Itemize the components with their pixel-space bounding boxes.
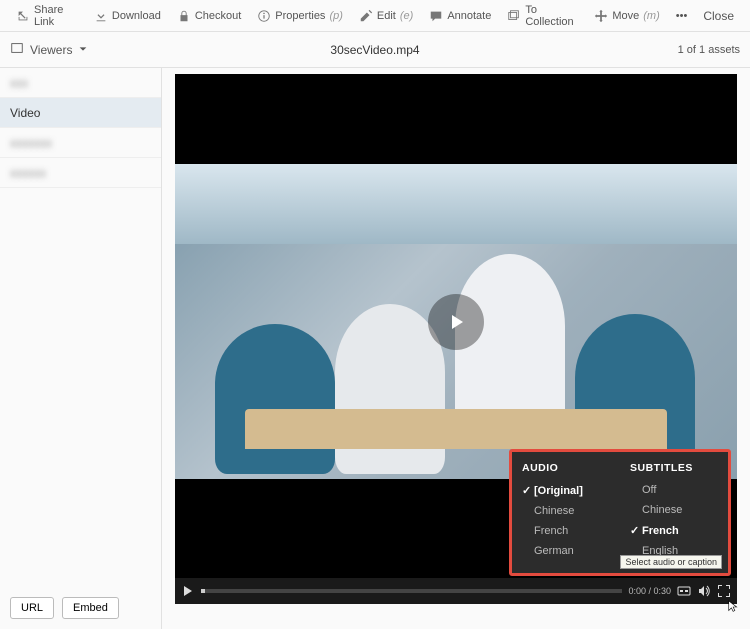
subtitles-column: SUBTITLES Off Chinese ✓French English	[620, 458, 728, 561]
edit-button[interactable]: Edit (e)	[351, 0, 421, 31]
cursor-icon	[727, 600, 741, 614]
lock-icon	[177, 9, 191, 23]
close-button[interactable]: Close	[695, 9, 742, 23]
edit-label: Edit	[377, 10, 396, 22]
assets-count: 1 of 1 assets	[678, 44, 740, 56]
second-bar: Viewers 30secVideo.mp4 1 of 1 assets	[0, 32, 750, 68]
pencil-icon	[359, 9, 373, 23]
progress-bar[interactable]	[201, 589, 622, 593]
download-button[interactable]: Download	[86, 0, 169, 31]
captions-button[interactable]	[677, 584, 691, 598]
move-key: (m)	[643, 10, 660, 22]
move-button[interactable]: Move (m)	[586, 0, 667, 31]
sub-option-chinese[interactable]: Chinese	[630, 500, 718, 520]
top-toolbar: Share Link Download Checkout Properties …	[0, 0, 750, 32]
sub-option-off[interactable]: Off	[630, 480, 718, 500]
audio-option-french[interactable]: French	[522, 521, 610, 541]
subtitles-heading: SUBTITLES	[630, 458, 718, 480]
caption-popup-highlight: AUDIO ✓[Original] Chinese French German …	[509, 449, 731, 576]
to-collection-button[interactable]: To Collection	[499, 0, 586, 31]
info-icon	[257, 9, 271, 23]
file-title: 30secVideo.mp4	[330, 43, 419, 57]
audio-option-german[interactable]: German	[522, 541, 610, 561]
share-icon	[16, 9, 30, 23]
download-icon	[94, 9, 108, 23]
properties-key: (p)	[329, 10, 342, 22]
audio-option-chinese[interactable]: Chinese	[522, 501, 610, 521]
sidebar: xxx Video xxxxxxx xxxxxx URL Embed	[0, 68, 162, 629]
time-display: 0:00 / 0:30	[628, 586, 671, 596]
embed-button[interactable]: Embed	[62, 597, 119, 619]
properties-label: Properties	[275, 10, 325, 22]
sidebar-item-video[interactable]: Video	[0, 98, 161, 128]
sidebar-item[interactable]: xxxxxxx	[0, 128, 161, 158]
chevron-down-icon	[78, 43, 88, 57]
more-label: •••	[676, 10, 688, 22]
edit-key: (e)	[400, 10, 413, 22]
sidebar-item[interactable]: xxxxxx	[0, 158, 161, 188]
share-label: Share Link	[34, 4, 78, 28]
share-link-button[interactable]: Share Link	[8, 0, 86, 31]
url-button[interactable]: URL	[10, 597, 54, 619]
annotate-label: Annotate	[447, 10, 491, 22]
collection-icon	[507, 9, 521, 23]
video-player[interactable]: AUDIO ✓[Original] Chinese French German …	[175, 74, 737, 604]
viewer-area: AUDIO ✓[Original] Chinese French German …	[162, 68, 750, 629]
viewers-icon	[10, 41, 24, 58]
properties-button[interactable]: Properties (p)	[249, 0, 351, 31]
audio-option-original[interactable]: ✓[Original]	[522, 480, 610, 501]
volume-button[interactable]	[697, 584, 711, 598]
caption-tooltip: Select audio or caption	[620, 555, 722, 569]
sidebar-item[interactable]: xxx	[0, 68, 161, 98]
annotate-icon	[429, 9, 443, 23]
more-button[interactable]: •••	[668, 0, 696, 31]
video-controls: 0:00 / 0:30	[175, 578, 737, 604]
collection-label: To Collection	[525, 4, 578, 28]
caption-popup: AUDIO ✓[Original] Chinese French German …	[512, 452, 728, 573]
download-label: Download	[112, 10, 161, 22]
viewers-label: Viewers	[30, 43, 72, 57]
play-control[interactable]	[181, 584, 195, 598]
sub-option-french[interactable]: ✓French	[630, 520, 718, 541]
viewers-dropdown[interactable]: Viewers	[10, 41, 88, 58]
checkout-label: Checkout	[195, 10, 241, 22]
checkout-button[interactable]: Checkout	[169, 0, 249, 31]
audio-column: AUDIO ✓[Original] Chinese French German	[512, 458, 620, 561]
move-label: Move	[612, 10, 639, 22]
audio-heading: AUDIO	[522, 458, 610, 480]
play-button[interactable]	[428, 294, 484, 350]
move-icon	[594, 9, 608, 23]
video-frame	[175, 164, 737, 479]
fullscreen-button[interactable]	[717, 584, 731, 598]
annotate-button[interactable]: Annotate	[421, 0, 499, 31]
